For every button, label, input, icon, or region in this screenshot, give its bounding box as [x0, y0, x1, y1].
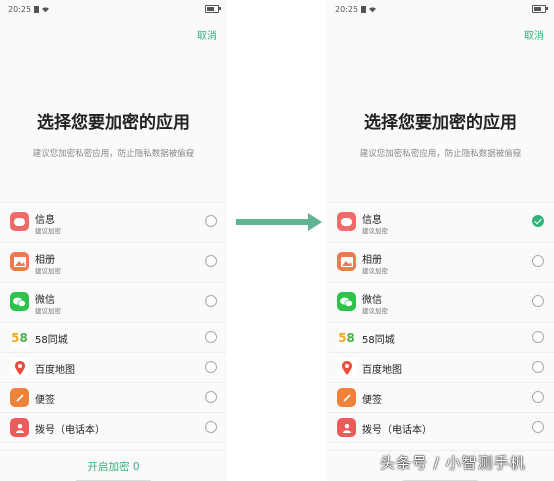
app-name: 信息	[35, 215, 55, 226]
app-row-gallery[interactable]: 相册 建议加密	[0, 243, 227, 283]
gallery-icon	[337, 252, 356, 271]
cancel-button[interactable]: 取消	[197, 27, 217, 42]
wechat-icon	[337, 292, 356, 311]
app-hint: 建议加密	[35, 307, 61, 315]
select-radio[interactable]	[205, 361, 217, 373]
wifi-icon	[42, 6, 50, 12]
notes-icon	[10, 388, 29, 407]
select-radio[interactable]	[532, 255, 544, 267]
status-time: 20:25	[8, 4, 32, 14]
enable-encryption-button[interactable]: 开启加密 0	[0, 459, 227, 474]
app-name: 微信	[35, 295, 55, 306]
app-name: 拨号（电话本）	[362, 425, 432, 436]
58-icon: 58	[10, 328, 29, 347]
select-radio[interactable]	[205, 391, 217, 403]
select-radio-checked[interactable]	[532, 215, 544, 227]
app-row-gallery[interactable]: 相册 建议加密	[327, 243, 554, 283]
app-name: 便签	[362, 395, 382, 406]
wechat-icon	[10, 292, 29, 311]
app-name: 拨号（电话本）	[35, 425, 105, 436]
message-icon	[337, 212, 356, 231]
app-row-dialer[interactable]: 拨号（电话本）	[327, 413, 554, 443]
app-row-wechat[interactable]: 微信 建议加密	[327, 283, 554, 323]
sim-icon	[361, 5, 367, 13]
cancel-button[interactable]: 取消	[524, 27, 544, 42]
58-icon: 58	[337, 328, 356, 347]
page-title: 选择您要加密的应用	[364, 113, 517, 133]
screen-before: 20:25 取消 选择您要加密的应用 建议您加密私密应用，防止隐私数据被偷窥 信…	[0, 0, 227, 481]
app-hint: 建议加密	[362, 307, 388, 315]
app-hint: 建议加密	[35, 267, 61, 275]
select-radio[interactable]	[532, 295, 544, 307]
bottom-bar: 开启加密 0	[0, 450, 227, 481]
app-row-baidu-map[interactable]: 百度地图	[0, 353, 227, 383]
select-radio[interactable]	[532, 361, 544, 373]
select-radio[interactable]	[532, 421, 544, 433]
battery-icon	[532, 5, 548, 13]
battery-icon	[205, 5, 221, 13]
app-row-messages[interactable]: 信息 建议加密	[0, 203, 227, 243]
app-name: 百度地图	[35, 365, 75, 376]
app-hint: 建议加密	[362, 227, 388, 235]
arrow-right-icon	[236, 213, 322, 231]
watermark-text: 头条号 / 小智测手机	[380, 454, 526, 472]
select-radio[interactable]	[532, 331, 544, 343]
app-name: 58同城	[362, 335, 395, 346]
app-list: 信息 建议加密 相册 建议加密 微信 建议加密 58 58同城 百度地图 便签 …	[327, 202, 554, 443]
app-row-notes[interactable]: 便签	[0, 383, 227, 413]
app-name: 信息	[362, 215, 382, 226]
app-row-dialer[interactable]: 拨号（电话本）	[0, 413, 227, 443]
select-radio[interactable]	[205, 331, 217, 343]
page-title: 选择您要加密的应用	[37, 113, 190, 133]
app-list: 信息 建议加密 相册 建议加密 微信 建议加密 58 58同城 百度地图 便签 …	[0, 202, 227, 443]
app-row-baidu-map[interactable]: 百度地图	[327, 353, 554, 383]
app-row-58[interactable]: 58 58同城	[0, 323, 227, 353]
sim-icon	[34, 5, 40, 13]
app-row-messages[interactable]: 信息 建议加密	[327, 203, 554, 243]
app-name: 百度地图	[362, 365, 402, 376]
app-name: 微信	[362, 295, 382, 306]
app-name: 便签	[35, 395, 55, 406]
select-radio[interactable]	[532, 391, 544, 403]
wifi-icon	[369, 6, 377, 12]
status-time: 20:25	[335, 4, 359, 14]
select-radio[interactable]	[205, 215, 217, 227]
contacts-icon	[10, 418, 29, 437]
select-radio[interactable]	[205, 421, 217, 433]
notes-icon	[337, 388, 356, 407]
select-radio[interactable]	[205, 255, 217, 267]
status-bar: 20:25	[335, 3, 377, 15]
map-pin-icon	[337, 358, 356, 377]
page-subtitle: 建议您加密私密应用，防止隐私数据被偷窥	[32, 149, 195, 159]
map-pin-icon	[10, 358, 29, 377]
app-hint: 建议加密	[35, 227, 61, 235]
app-row-notes[interactable]: 便签	[327, 383, 554, 413]
screen-after: 20:25 取消 选择您要加密的应用 建议您加密私密应用，防止隐私数据被偷窥 信…	[327, 0, 554, 481]
app-hint: 建议加密	[362, 267, 388, 275]
app-name: 相册	[362, 255, 382, 266]
contacts-icon	[337, 418, 356, 437]
page-subtitle: 建议您加密私密应用，防止隐私数据被偷窥	[359, 149, 522, 159]
app-row-58[interactable]: 58 58同城	[327, 323, 554, 353]
app-name: 相册	[35, 255, 55, 266]
app-name: 58同城	[35, 335, 68, 346]
app-row-wechat[interactable]: 微信 建议加密	[0, 283, 227, 323]
gallery-icon	[10, 252, 29, 271]
status-bar: 20:25	[8, 3, 50, 15]
message-icon	[10, 212, 29, 231]
select-radio[interactable]	[205, 295, 217, 307]
